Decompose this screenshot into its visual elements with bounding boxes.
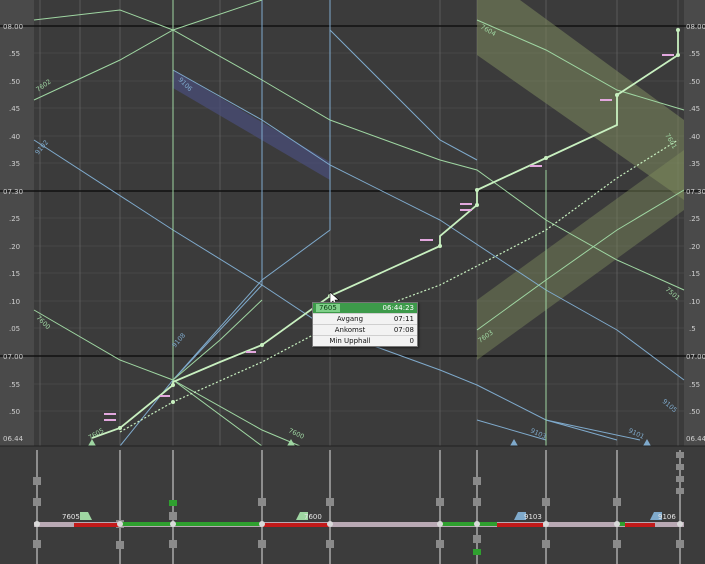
- tooltip-row-value: 07:11: [393, 315, 414, 323]
- tick-label: 07.30: [3, 188, 23, 196]
- tick-label: .10: [689, 298, 700, 306]
- tick-label: 06.44: [3, 435, 24, 443]
- tick-label: .35: [9, 160, 20, 168]
- tick-label: 08.00: [686, 23, 705, 31]
- tick-label: 07.00: [686, 353, 705, 361]
- train-graph-app: 08.00 .55 .50 .45 .40 .35 07.30 .25 .20 …: [0, 0, 705, 564]
- train-graph[interactable]: 08.00 .55 .50 .45 .40 .35 07.30 .25 .20 …: [0, 0, 705, 564]
- tooltip-row-value: 0: [409, 337, 414, 345]
- track-train-label: 9103: [524, 513, 542, 521]
- tick-label: .25: [689, 215, 700, 223]
- tooltip-header: 7605 06:44:23: [313, 303, 417, 313]
- tooltip-row-label: Min Upphall: [329, 337, 371, 345]
- tooltip-row-label: Ankomst: [334, 326, 366, 334]
- tick-label: .10: [9, 298, 20, 306]
- tick-label: 08.00: [3, 23, 23, 31]
- tick-label: .55: [689, 381, 700, 389]
- tick-label: .55: [689, 50, 700, 58]
- tick-label: .45: [9, 105, 20, 113]
- tooltip-row-label: Avgang: [336, 315, 364, 323]
- tick-label: .55: [9, 381, 20, 389]
- train-tooltip: 7605 06:44:23 Avgang 07:11 Ankomst 07:08…: [312, 302, 418, 347]
- left-time-ruler: [0, 0, 34, 446]
- tick-label: .25: [9, 215, 20, 223]
- tick-label: .50: [689, 408, 700, 416]
- tick-label: .15: [689, 270, 700, 278]
- tick-label: .20: [689, 243, 700, 251]
- tick-label: .40: [689, 133, 700, 141]
- tooltip-row: Avgang 07:11: [313, 313, 417, 324]
- tooltip-row: Min Upphall 0: [313, 335, 417, 346]
- right-time-ruler: [684, 0, 705, 446]
- track-train-label: 7600: [304, 513, 322, 521]
- tooltip-time: 06:44:23: [382, 304, 414, 312]
- tick-label: .50: [9, 78, 20, 86]
- tick-label: .20: [9, 243, 20, 251]
- tooltip-row-value: 07:08: [393, 326, 414, 334]
- tick-label: 06.44: [686, 435, 705, 443]
- tick-label: .05: [9, 325, 20, 333]
- tick-label: .15: [9, 270, 20, 278]
- tooltip-train-number: 7605: [316, 304, 340, 312]
- track-train-label: 9106: [658, 513, 676, 521]
- tick-label: .5: [689, 325, 696, 333]
- tooltip-row: Ankomst 07:08: [313, 324, 417, 335]
- tick-label: 07.30: [686, 188, 705, 196]
- tick-label: .50: [689, 78, 700, 86]
- tick-label: .35: [689, 160, 700, 168]
- tick-label: .40: [9, 133, 20, 141]
- track-panel: [0, 446, 705, 564]
- tick-label: .45: [689, 105, 700, 113]
- tick-label: .50: [9, 408, 20, 416]
- tick-label: .55: [9, 50, 20, 58]
- track-train-label: 7605: [62, 513, 80, 521]
- tick-label: 07.00: [3, 353, 23, 361]
